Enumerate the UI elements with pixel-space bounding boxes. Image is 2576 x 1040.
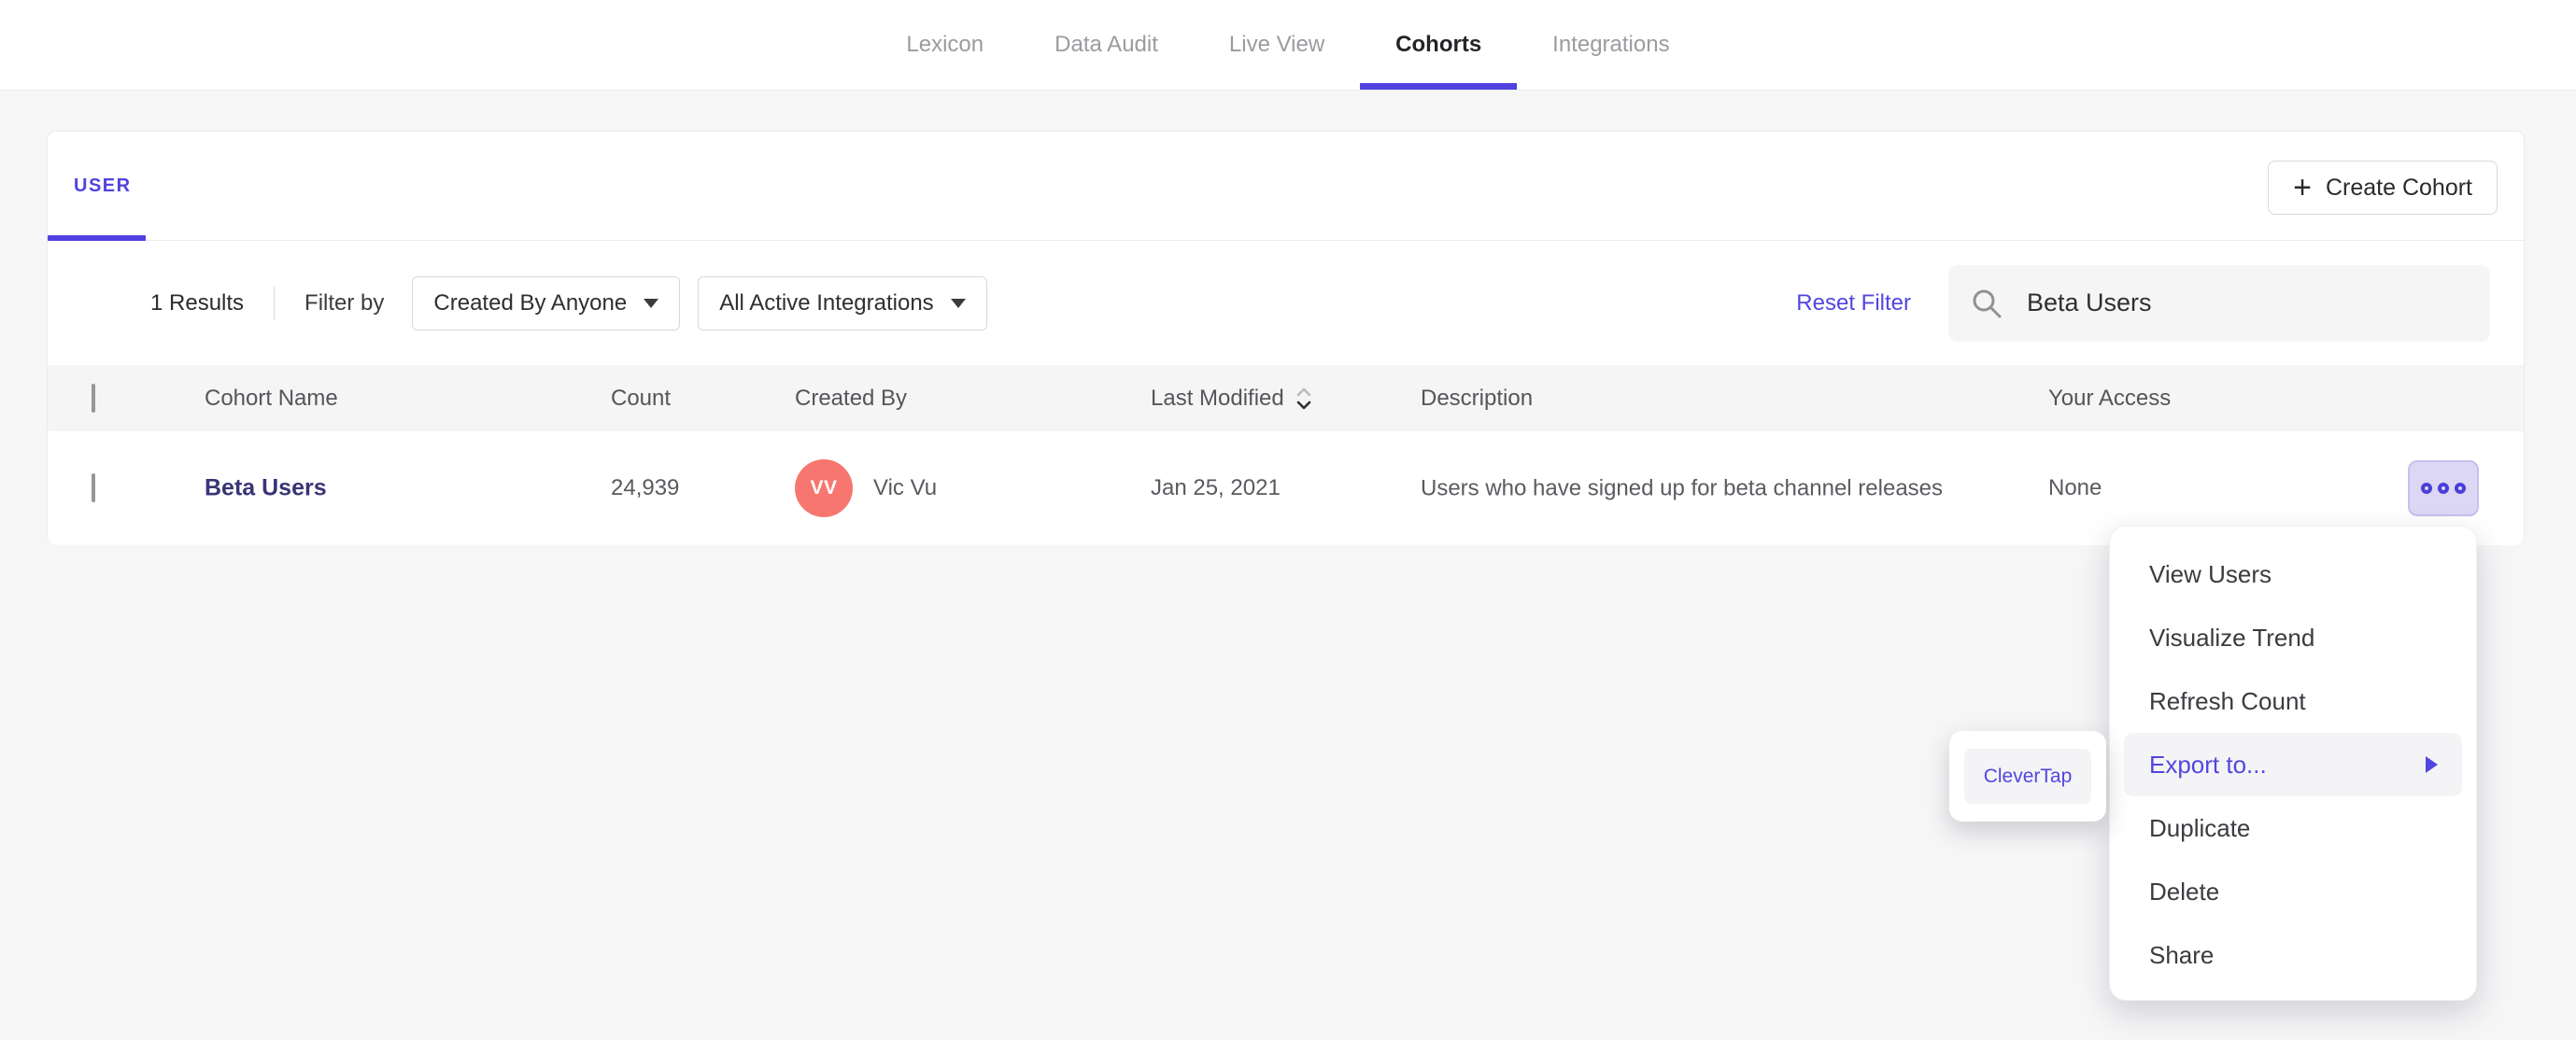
header-count[interactable]: Count [611,386,671,412]
plus-icon: + [2293,170,2312,205]
export-submenu: CleverTap [1949,731,2106,822]
search-input[interactable] [2027,288,2468,317]
cohorts-card: USER + Create Cohort 1 Results Filter by… [47,131,2525,545]
tab-user[interactable]: USER [48,132,146,241]
create-cohort-label: Create Cohort [2325,174,2472,201]
tab-lexicon[interactable]: Lexicon [870,0,1019,90]
submenu-item-clevertap[interactable]: CleverTap [1964,749,2091,804]
chevron-down-icon [950,298,966,308]
row-context-menu: View Users Visualize Trend Refresh Count… [2109,526,2477,1001]
header-last-modified-label: Last Modified [1151,385,1284,411]
header-created-by[interactable]: Created By [795,386,907,412]
menu-item-refresh-count[interactable]: Refresh Count [2110,669,2476,733]
cohort-count: 24,939 [611,475,680,500]
top-navigation: Lexicon Data Audit Live View Cohorts Int… [0,0,2576,91]
results-count: 1 Results [150,289,245,316]
ellipsis-icon [2421,483,2432,494]
integrations-dropdown-value: All Active Integrations [719,289,934,316]
select-all-checkbox[interactable] [92,383,95,413]
cohort-description: Users who have signed up for beta channe… [1421,475,1944,501]
created-by-dropdown-value: Created By Anyone [433,289,628,316]
chevron-down-icon [644,298,659,308]
avatar: VV [795,459,853,517]
ellipsis-icon [2438,483,2449,494]
menu-item-share[interactable]: Share [2110,923,2476,987]
header-your-access[interactable]: Your Access [2048,386,2171,412]
header-cohort-name[interactable]: Cohort Name [205,386,338,412]
menu-item-export-to[interactable]: Export to... [2124,733,2462,796]
your-access-value: None [2048,475,2102,500]
header-last-modified[interactable]: Last Modified [1151,386,1312,412]
card-tab-strip: USER + Create Cohort [48,132,2524,241]
filter-by-label: Filter by [304,289,385,316]
search-icon [1973,289,2002,317]
created-by-name: Vic Vu [873,475,938,500]
tab-integrations[interactable]: Integrations [1517,0,1705,90]
menu-item-duplicate[interactable]: Duplicate [2110,796,2476,860]
sort-icon[interactable] [1295,386,1312,411]
ellipsis-icon [2455,483,2466,494]
filter-right-group: Reset Filter [1796,264,2524,342]
tab-live-view[interactable]: Live View [1194,0,1360,90]
integrations-dropdown[interactable]: All Active Integrations [698,275,987,330]
row-checkbox[interactable] [92,473,95,502]
divider [274,286,276,320]
cohort-name-link[interactable]: Beta Users [205,475,327,501]
last-modified-date: Jan 25, 2021 [1151,475,1281,500]
tab-data-audit[interactable]: Data Audit [1019,0,1194,90]
create-cohort-button[interactable]: + Create Cohort [2268,161,2498,215]
search-box[interactable] [1948,264,2490,342]
table-header-row: Cohort Name Count Created By Last Modifi… [48,365,2524,431]
menu-item-view-users[interactable]: View Users [2110,542,2476,606]
filter-left-group: 1 Results Filter by Created By Anyone Al… [48,275,987,330]
menu-item-visualize-trend[interactable]: Visualize Trend [2110,606,2476,669]
more-actions-button[interactable] [2408,460,2479,516]
header-description[interactable]: Description [1421,386,1533,412]
created-by-dropdown[interactable]: Created By Anyone [412,275,681,330]
reset-filter-link[interactable]: Reset Filter [1796,290,1911,316]
submenu-arrow-icon [2426,756,2438,773]
tab-cohorts[interactable]: Cohorts [1360,0,1518,90]
tab-user-label: USER [74,175,132,196]
menu-item-export-to-label: Export to... [2149,750,2267,779]
menu-item-delete[interactable]: Delete [2110,860,2476,923]
filter-bar: 1 Results Filter by Created By Anyone Al… [48,241,2524,365]
